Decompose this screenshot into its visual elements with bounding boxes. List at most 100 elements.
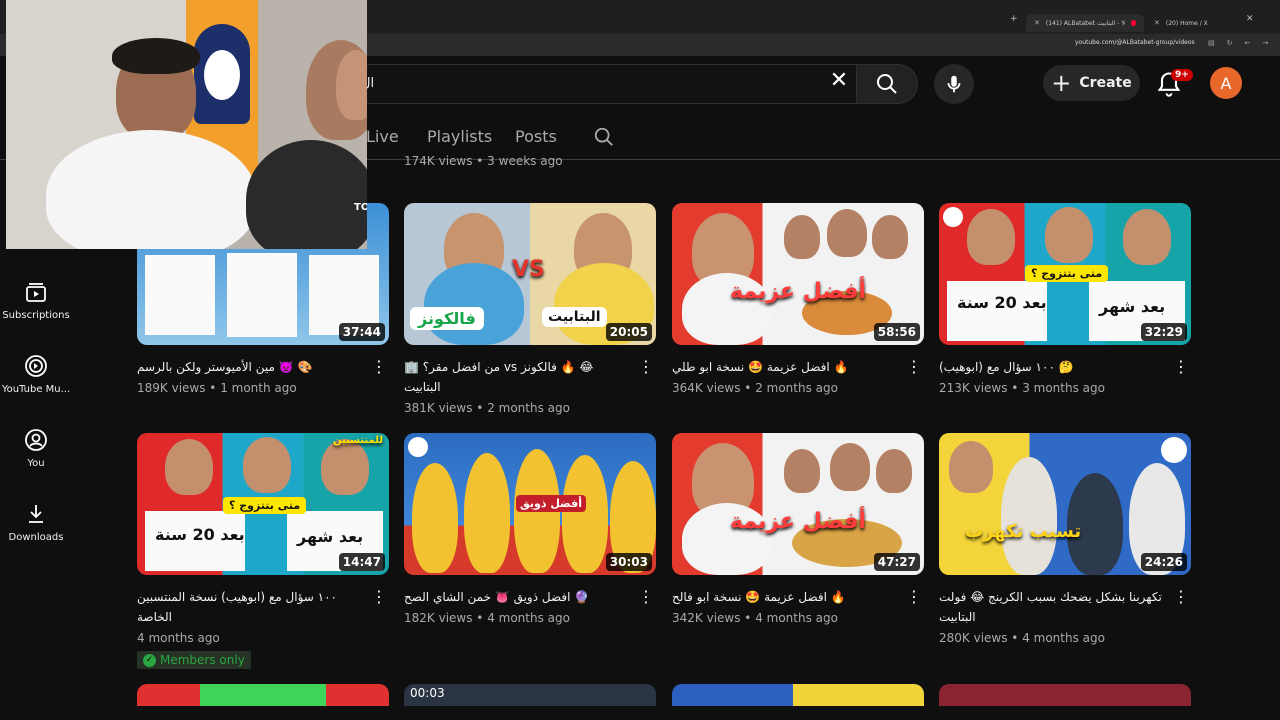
video-card[interactable]: أفضل ذويق 30:03 🔮 افضل ذويق 👅 خمن الشاي … <box>404 433 656 625</box>
video-card[interactable]: 00:03 <box>404 684 656 706</box>
create-button[interactable]: + Create <box>1043 65 1140 101</box>
penguin-logo-icon <box>1161 437 1187 463</box>
video-duration: 20:05 <box>605 323 652 341</box>
video-card[interactable] <box>939 684 1191 706</box>
video-title[interactable]: 🔥 افضل عزيمة 🤩 نسخة ابو طلي <box>672 357 924 377</box>
more-options-icon[interactable]: ⋮ <box>638 589 654 605</box>
upload-age: 4 months ago <box>755 611 838 625</box>
check-icon: ✓ <box>143 653 156 667</box>
more-options-icon[interactable]: ⋮ <box>906 589 922 605</box>
video-title[interactable]: 🎨 👿 مين الأميوستر ولكن بالرسم <box>137 357 389 377</box>
webcam-badge: TO <box>354 202 367 213</box>
video-meta: 189K views • 1 month ago <box>137 381 297 395</box>
back-icon[interactable]: ← <box>1245 39 1251 47</box>
video-thumbnail[interactable]: 00:03 <box>404 684 656 706</box>
video-duration: 37:44 <box>338 323 385 341</box>
video-title[interactable]: تكهربنا بشكل يضحك بسبب الكرينج 😂 فولت ال… <box>939 587 1191 627</box>
thumbnail-text: أفضل ذويق <box>516 495 586 512</box>
view-count: 364K views <box>672 381 741 395</box>
microphone-icon <box>947 75 961 93</box>
more-options-icon[interactable]: ⋮ <box>906 359 922 375</box>
close-tab-icon[interactable]: ✕ <box>1034 19 1040 27</box>
search-button[interactable] <box>856 64 918 104</box>
penguin-logo-icon <box>408 437 428 457</box>
subscriptions-icon <box>26 283 46 302</box>
tab-posts[interactable]: Posts <box>515 127 557 146</box>
more-options-icon[interactable]: ⋮ <box>371 589 387 605</box>
video-meta: 280K views • 4 months ago <box>939 631 1105 645</box>
video-title[interactable]: 🔥 افضل عزيمة 🤩 نسخة ابو فالح <box>672 587 924 607</box>
video-thumbnail[interactable]: أفضل عزيمة 47:27 <box>672 433 924 575</box>
you-icon <box>25 429 47 451</box>
tab-playlists[interactable]: Playlists <box>427 127 492 146</box>
video-thumbnail[interactable]: متى بتتزوج ؟ بعد 20 سنة بعد شهر للمنتسبي… <box>137 433 389 575</box>
new-tab-button[interactable]: + <box>1010 14 1018 24</box>
video-duration: 32:29 <box>1140 323 1187 341</box>
video-thumbnail[interactable] <box>939 684 1191 706</box>
video-timestamp: 00:03 <box>410 686 445 700</box>
tab-title: (20) Home / X <box>1165 19 1208 27</box>
thumbnail-text: تسبب تكهرب <box>965 521 1082 542</box>
url-text[interactable]: youtube.com/@ALBatabet-group/videos <box>1075 39 1195 46</box>
video-thumbnail[interactable] <box>137 684 389 706</box>
sidebar-item-you[interactable]: You <box>0 428 72 469</box>
sidebar-item-subscriptions[interactable]: Subscriptions <box>0 280 72 321</box>
thumbnail-text-right: بعد شهر <box>1099 297 1166 316</box>
voice-search-button[interactable] <box>934 64 974 104</box>
video-card[interactable]: تسبب تكهرب 24:26 تكهربنا بشكل يضحك بسبب … <box>939 433 1191 645</box>
search-icon <box>877 74 897 94</box>
thumbnail-text-left: بعد 20 سنة <box>957 293 1047 312</box>
search-input[interactable]: ال <box>340 64 864 104</box>
video-card[interactable]: VS فالكونز البتابيت 20:05 😂 🔥 فالكونز vs… <box>404 203 656 415</box>
extension-icon[interactable]: ▤ <box>1208 39 1215 47</box>
sidebar-item-label: YouTube Mu... <box>1 384 71 395</box>
sidebar-item-downloads[interactable]: Downloads <box>0 502 72 543</box>
clear-search-icon[interactable]: ✕ <box>826 68 852 94</box>
more-options-icon[interactable]: ⋮ <box>371 359 387 375</box>
video-thumbnail[interactable]: متى بتتزوج ؟ بعد 20 سنة بعد شهر 32:29 <box>939 203 1191 345</box>
plus-icon: + <box>1051 69 1072 97</box>
video-card[interactable] <box>672 684 924 706</box>
more-options-icon[interactable]: ⋮ <box>638 359 654 375</box>
video-card[interactable]: متى بتتزوج ؟ بعد 20 سنة بعد شهر 32:29 🤔 … <box>939 203 1191 395</box>
video-title[interactable]: ١٠٠ سؤال مع (ابوهيب) نسخة المنتسبين الخا… <box>137 587 389 627</box>
more-options-icon[interactable]: ⋮ <box>1173 359 1189 375</box>
x-favicon-icon: ✕ <box>1246 14 1254 24</box>
sidebar-item-youtube-music[interactable]: YouTube Mu... <box>0 354 72 395</box>
browser-tab-youtube[interactable]: ✕ (141) ALBatabet البتابيت - You <box>1026 14 1144 32</box>
video-meta: 182K views • 4 months ago <box>404 611 570 625</box>
thumbnail-text-left: بعد 20 سنة <box>155 525 245 544</box>
close-tab-icon[interactable]: ✕ <box>1154 19 1160 27</box>
forward-icon[interactable]: → <box>1262 39 1268 47</box>
video-thumbnail[interactable]: تسبب تكهرب 24:26 <box>939 433 1191 575</box>
upload-age: 1 month ago <box>220 381 297 395</box>
sidebar-item-label: Subscriptions <box>2 310 70 321</box>
video-title[interactable]: 🔮 افضل ذويق 👅 خمن الشاي الصح <box>404 587 656 607</box>
video-thumbnail[interactable] <box>672 684 924 706</box>
video-title[interactable]: 🤔 ١٠٠ سؤال مع (ابوهيب) <box>939 357 1191 377</box>
upload-age: 4 months ago <box>1022 631 1105 645</box>
thumbnail-text-left: فالكونز <box>410 307 484 330</box>
video-title[interactable]: 😂 🔥 فالكونز vs من افضل مقر؟ 🏢 البتابيت <box>404 357 656 397</box>
video-card[interactable] <box>137 684 389 706</box>
video-card[interactable]: أفضل عزيمة 58:56 🔥 افضل عزيمة 🤩 نسخة ابو… <box>672 203 924 395</box>
video-thumbnail[interactable]: أفضل عزيمة 58:56 <box>672 203 924 345</box>
create-label: Create <box>1079 75 1132 91</box>
reload-icon[interactable]: ↻ <box>1227 39 1233 47</box>
view-count: 189K views <box>137 381 206 395</box>
more-options-icon[interactable]: ⋮ <box>1173 589 1189 605</box>
view-count: 182K views <box>404 611 473 625</box>
webcam-overlay: TO <box>6 0 367 249</box>
browser-tab-x[interactable]: ✕ (20) Home / X <box>1146 14 1246 32</box>
upload-age: 2 months ago <box>487 401 570 415</box>
sidebar-item-label: Downloads <box>8 532 64 543</box>
video-card[interactable]: أفضل عزيمة 47:27 🔥 افضل عزيمة 🤩 نسخة ابو… <box>672 433 924 625</box>
channel-search-icon[interactable] <box>593 126 615 148</box>
tab-live[interactable]: Live <box>366 127 399 146</box>
video-thumbnail[interactable]: أفضل ذويق 30:03 <box>404 433 656 575</box>
account-avatar[interactable]: A <box>1210 67 1242 99</box>
video-card[interactable]: متى بتتزوج ؟ بعد 20 سنة بعد شهر للمنتسبي… <box>137 433 389 669</box>
view-count: 213K views <box>939 381 1008 395</box>
view-count: 280K views <box>939 631 1008 645</box>
video-thumbnail[interactable]: VS فالكونز البتابيت 20:05 <box>404 203 656 345</box>
